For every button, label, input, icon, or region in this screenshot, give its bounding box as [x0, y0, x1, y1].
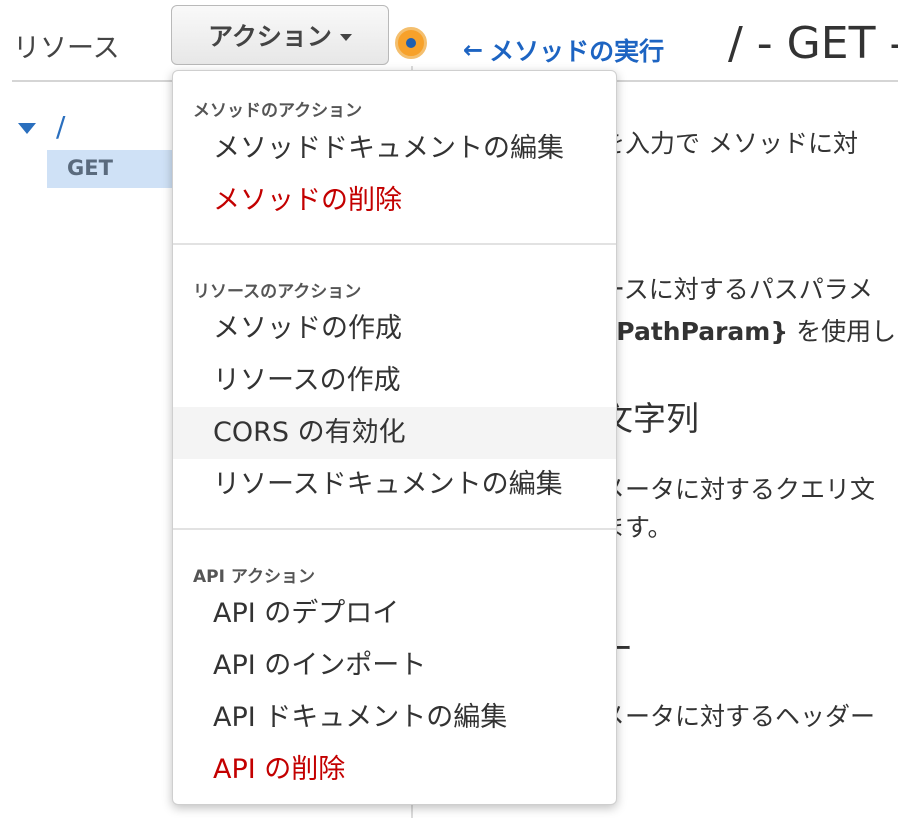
help-dot-icon[interactable]: [395, 27, 427, 59]
back-to-method-execution-link[interactable]: ← メソッドの実行: [463, 32, 664, 68]
menu-item-delete-api[interactable]: API の削除: [173, 744, 616, 796]
tree-root-resource[interactable]: /: [18, 110, 65, 143]
menu-item-import-api[interactable]: API のインポート: [173, 640, 616, 692]
chevron-down-icon: [339, 33, 352, 41]
content-text: を使用し: [788, 317, 897, 346]
menu-separator: [173, 528, 616, 530]
menu-item-delete-method[interactable]: メソッドの削除: [173, 175, 616, 227]
menu-item-edit-api-docs[interactable]: API ドキュメントの編集: [173, 692, 616, 744]
content-text: を入力で メソッドに対: [600, 129, 858, 158]
menu-item-create-resource[interactable]: リソースの作成: [173, 355, 616, 407]
menu-item-create-method[interactable]: メソッドの作成: [173, 303, 616, 355]
actions-dropdown-menu: メソッドのアクション メソッドドキュメントの編集 メソッドの削除 リソースのアク…: [172, 70, 617, 805]
actions-button[interactable]: アクション: [171, 5, 389, 65]
menu-item-edit-method-docs[interactable]: メソッドドキュメントの編集: [173, 123, 616, 175]
tree-item-label: GET: [67, 156, 113, 180]
menu-separator: [173, 243, 616, 245]
back-link-label: メソッドの実行: [489, 37, 665, 66]
menu-section-title: リソースのアクション: [193, 282, 362, 302]
actions-button-label: アクション: [208, 22, 332, 51]
menu-section-title: メソッドのアクション: [193, 101, 363, 121]
caret-down-icon[interactable]: [18, 123, 36, 134]
menu-item-edit-resource-docs[interactable]: リソースドキュメントの編集: [173, 459, 616, 511]
content-text: ースに対するパスパラメ: [600, 275, 874, 304]
page-title: / - GET -: [728, 18, 898, 69]
content-text: yPathParam} を使用し: [600, 312, 896, 348]
menu-item-enable-cors[interactable]: CORS の有効化: [173, 407, 616, 459]
resources-title: リソース: [13, 33, 120, 64]
content-text: メータに対するクエリ文: [600, 475, 876, 504]
tree-root-label: /: [56, 110, 66, 143]
menu-item-deploy-api[interactable]: API のデプロイ: [173, 588, 616, 640]
arrow-left-icon: ←: [463, 36, 484, 64]
menu-section-title: API アクション: [193, 567, 316, 587]
content-code: yPathParam}: [600, 317, 789, 346]
content-text: メータに対するヘッダー: [600, 702, 876, 731]
